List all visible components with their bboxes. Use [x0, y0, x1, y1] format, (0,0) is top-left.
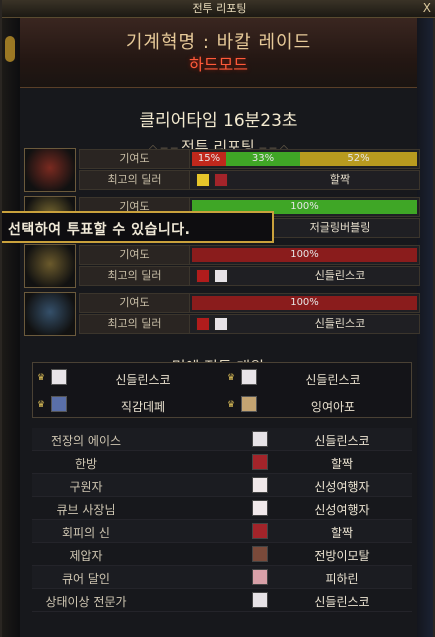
white-hair-avatar-icon	[241, 369, 257, 385]
award-row[interactable]: 전장의 에이스 신들린스코	[32, 428, 412, 451]
white-hair-avatar-icon	[214, 269, 228, 283]
best-dealer-label: 최고의 딜러	[80, 315, 190, 333]
contribution-bar: 15% 33% 52%	[192, 152, 417, 166]
award-winner: 할짝	[330, 526, 354, 540]
character-avatar-icon	[252, 431, 268, 447]
party-row[interactable]: 기여도 100% 최고의 딜러 신들린스코	[24, 244, 420, 288]
clear-time: 클리어타임 16분23초	[139, 111, 298, 131]
honor-member[interactable]: ♛ 신들린스코	[33, 365, 221, 391]
red-hair-avatar-icon	[214, 173, 228, 187]
left-border	[2, 18, 20, 637]
party-row[interactable]: 기여도 15% 33% 52% 최고의 딜러 할짝	[24, 148, 420, 192]
honor-member[interactable]: ♛ 신들린스코	[223, 365, 411, 391]
crown-icon: ♛	[227, 373, 236, 383]
award-winner: 신성여행자	[314, 503, 370, 517]
vote-tooltip: 선택하여 투표할 수 있습니다.	[2, 211, 274, 243]
contribution-line: 기여도 15% 33% 52%	[79, 149, 420, 169]
best-dealer-line[interactable]: 최고의 딜러 할짝	[79, 170, 420, 190]
best-dealer-name: 신들린스코	[314, 269, 366, 282]
honor-member[interactable]: ♛ 잉여아포	[223, 392, 411, 418]
gold-demon-portrait-icon	[24, 244, 76, 288]
award-title: 상태이상 전문가	[45, 595, 127, 609]
honor-members: ♛ 신들린스코 ♛ 신들린스코 ♛ 직감데페 ♛ 잉여아포	[32, 362, 412, 418]
contribution-bar: 100%	[192, 248, 417, 262]
party-row[interactable]: 기여도 100% 최고의 딜러 신들린스코	[24, 292, 420, 336]
contribution-segment: 52%	[300, 152, 417, 166]
award-row[interactable]: 상태이상 전문가 신들린스코	[32, 589, 412, 612]
award-row[interactable]: 구원자 신성여행자	[32, 474, 412, 497]
close-icon[interactable]: X	[423, 0, 431, 17]
contribution-bar: 100%	[192, 296, 417, 310]
best-dealer-label: 최고의 딜러	[80, 267, 190, 285]
best-dealer-label: 최고의 딜러	[80, 171, 190, 189]
award-row[interactable]: 회피의 신 할짝	[32, 520, 412, 543]
award-winner: 할짝	[330, 457, 354, 471]
best-dealer-name: 할짝	[329, 173, 351, 186]
priest-avatar-icon	[241, 396, 257, 412]
raid-header: 기계혁명 : 바칼 레이드 하드모드	[20, 18, 417, 88]
character-avatar-icon	[252, 477, 268, 493]
character-avatar-icon	[252, 454, 268, 470]
character-avatar-icon	[252, 569, 268, 585]
contribution-segment: 33%	[226, 152, 300, 166]
gold-3-icon	[196, 173, 210, 187]
award-title: 회피의 신	[62, 526, 110, 540]
award-title: 큐어 달인	[62, 572, 110, 586]
award-winner: 전방이모탈	[314, 549, 370, 563]
party-stats: 기여도 15% 33% 52% 최고의 딜러 할짝	[79, 148, 420, 192]
award-title: 제압자	[69, 549, 103, 563]
award-row[interactable]: 큐어 달인 피하린	[32, 566, 412, 589]
contribution-line: 기여도 100%	[79, 245, 420, 265]
character-avatar-icon	[252, 500, 268, 516]
award-title: 한방	[74, 457, 98, 471]
best-dealer-line[interactable]: 최고의 딜러 신들린스코	[79, 266, 420, 286]
character-avatar-icon	[252, 523, 268, 539]
honor-member[interactable]: ♛ 직감데페	[33, 392, 221, 418]
contribution-label: 기여도	[80, 294, 190, 312]
blue-demon-portrait-icon	[24, 292, 76, 336]
award-winner: 신들린스코	[314, 434, 370, 448]
award-row[interactable]: 한방 할짝	[32, 451, 412, 474]
slash-icon	[196, 269, 210, 283]
award-title: 큐브 사장님	[56, 503, 116, 517]
contribution-label: 기여도	[80, 150, 190, 168]
award-row[interactable]: 제압자 전방이모탈	[32, 543, 412, 566]
best-dealer-line[interactable]: 최고의 딜러 신들린스코	[79, 314, 420, 334]
award-title: 전장의 에이스	[50, 434, 122, 448]
best-dealer-name: 신들린스코	[314, 317, 366, 330]
award-winner: 신성여행자	[314, 480, 370, 494]
window-title: 전투 리포팅	[192, 2, 247, 15]
contribution-label: 기여도	[80, 246, 190, 264]
award-title: 구원자	[69, 480, 103, 494]
report-window: 전투 리포팅 X 기계혁명 : 바칼 레이드 하드모드 클리어타임 16분23초…	[0, 0, 435, 637]
party-stats: 기여도 100% 최고의 딜러 신들린스코	[79, 292, 420, 336]
contribution-segment: 100%	[192, 248, 417, 262]
best-dealer-name: 저글링버블링	[309, 221, 371, 234]
contribution-line: 기여도 100%	[79, 293, 420, 313]
award-winner: 피하린	[325, 572, 359, 586]
contribution-segment: 15%	[192, 152, 226, 166]
crown-icon: ♛	[37, 373, 46, 383]
window-titlebar[interactable]: 전투 리포팅 X	[2, 0, 435, 18]
crown-icon: ♛	[227, 400, 236, 410]
character-avatar-icon	[252, 592, 268, 608]
blue-armor-avatar-icon	[51, 396, 67, 412]
red-demon-portrait-icon	[24, 148, 76, 192]
slash-icon	[196, 317, 210, 331]
contribution-segment: 100%	[192, 296, 417, 310]
white-hair-avatar-icon	[214, 317, 228, 331]
character-avatar-icon	[252, 546, 268, 562]
crown-icon: ♛	[37, 400, 46, 410]
award-winner: 신들린스코	[314, 595, 370, 609]
difficulty-label: 하드모드	[189, 55, 248, 74]
award-row[interactable]: 큐브 사장님 신성여행자	[32, 497, 412, 520]
party-stats: 기여도 100% 최고의 딜러 신들린스코	[79, 244, 420, 288]
white-hair-avatar-icon	[51, 369, 67, 385]
